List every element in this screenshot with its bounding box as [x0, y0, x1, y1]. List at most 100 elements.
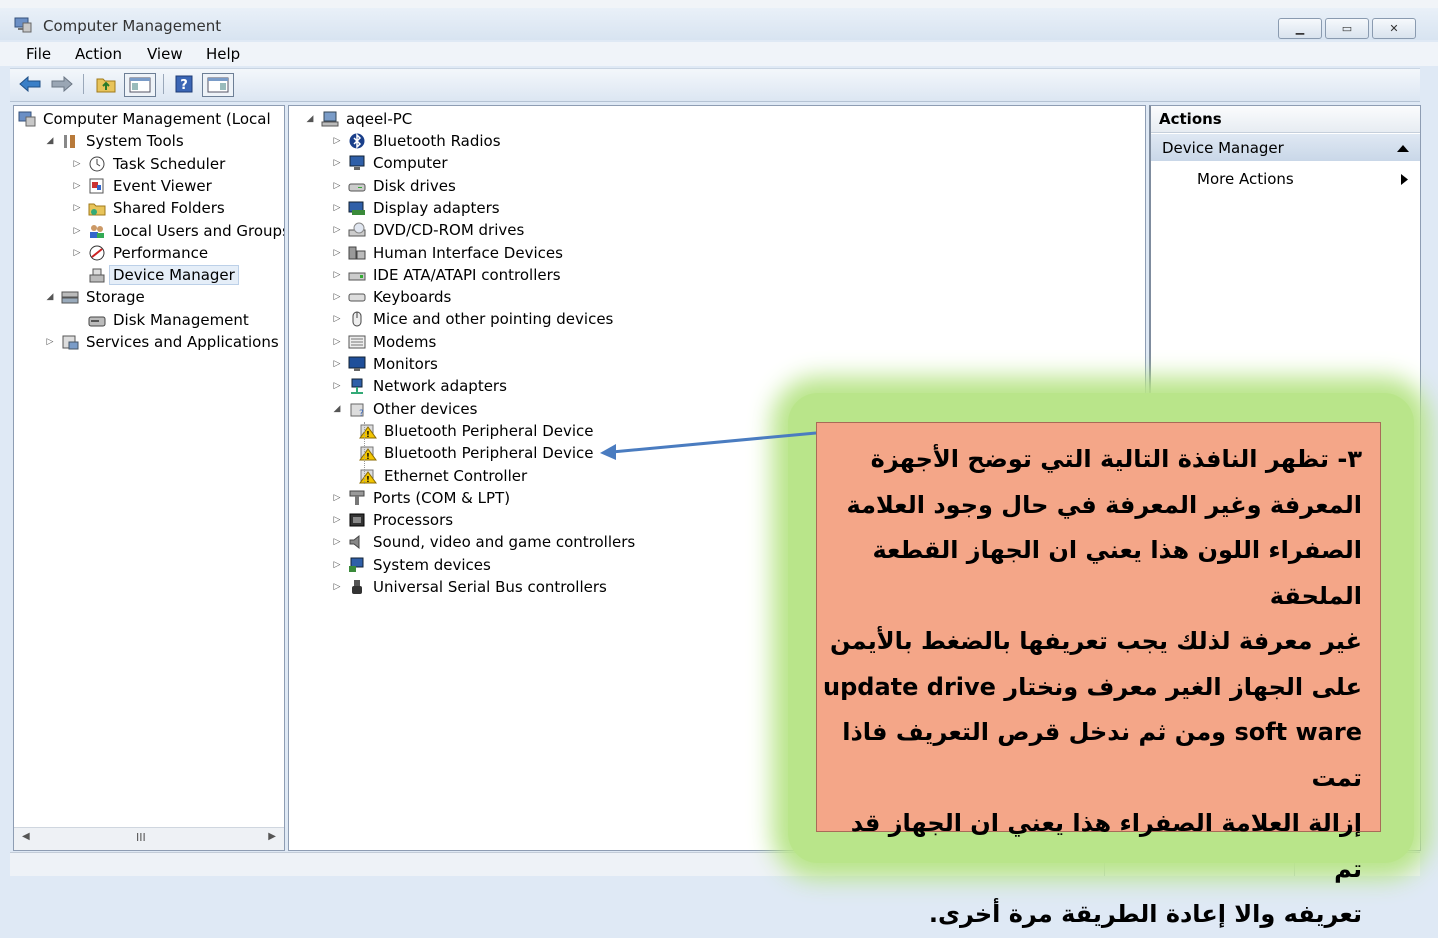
- tree-expander[interactable]: ▷: [332, 515, 342, 525]
- annotation-line: المعرفة وغير المعرفة في حال وجود العلامة: [846, 490, 1362, 519]
- actions-section-device-manager[interactable]: Device Manager: [1151, 134, 1420, 161]
- more-actions-item[interactable]: More Actions: [1151, 167, 1420, 191]
- console-tree-item[interactable]: ▷ Performance: [72, 242, 209, 264]
- device-tree-category[interactable]: ▷ Disk drives: [332, 175, 456, 197]
- device-tree-root[interactable]: ◢ aqeel-PC: [305, 108, 413, 130]
- device-tree-category[interactable]: ▷ DVD/CD-ROM drives: [332, 219, 525, 241]
- tree-expander[interactable]: ◢: [332, 404, 342, 414]
- tree-expander[interactable]: ▷: [332, 158, 342, 168]
- tree-expander[interactable]: ▷: [332, 537, 342, 547]
- device-tree-category[interactable]: ▷ Keyboards: [332, 286, 452, 308]
- device-tree-category[interactable]: ▷ System devices: [332, 554, 491, 576]
- forward-button[interactable]: [50, 73, 74, 95]
- tree-expander[interactable]: ▷: [332, 225, 342, 235]
- restore-button[interactable]: ▭: [1325, 18, 1369, 39]
- unknown-device-warning-icon: !: [359, 469, 377, 484]
- tree-expander[interactable]: ▷: [332, 381, 342, 391]
- device-tree-child-item[interactable]: ! Bluetooth Peripheral Device: [359, 420, 594, 442]
- menu-action[interactable]: Action: [75, 45, 122, 63]
- tree-expander[interactable]: ▷: [332, 270, 342, 280]
- device-tree-category[interactable]: ▷ Network adapters: [332, 375, 507, 397]
- device-tree-category[interactable]: ▷ Computer: [332, 152, 448, 174]
- console-tree-item[interactable]: ▷ Local Users and Groups: [72, 220, 284, 242]
- tree-expander[interactable]: ▷: [332, 359, 342, 369]
- tree-expander[interactable]: ▷: [332, 181, 342, 191]
- device-tree-category[interactable]: ▷ Bluetooth Radios: [332, 130, 501, 152]
- device-tree-category[interactable]: ▷ Modems: [332, 331, 437, 353]
- pc-root-icon: [321, 111, 339, 127]
- console-tree-label: Disk Management: [113, 310, 249, 329]
- tree-expander[interactable]: ▷: [332, 560, 342, 570]
- tree-expander[interactable]: ▷: [72, 226, 82, 236]
- submenu-arrow-icon: [1401, 174, 1408, 185]
- tree-expander[interactable]: ▷: [332, 337, 342, 347]
- tree-expander[interactable]: ▷: [72, 203, 82, 213]
- menu-view[interactable]: View: [147, 45, 183, 63]
- mouse-icon: [352, 311, 362, 327]
- title-bar: Computer Management ▁ ▭ ✕: [0, 8, 1438, 40]
- console-tree-item[interactable]: ▷ Shared Folders: [72, 197, 225, 219]
- scroll-left-arrow[interactable]: ◀: [22, 831, 30, 842]
- device-tree-category[interactable]: ▷ Monitors: [332, 353, 438, 375]
- close-button[interactable]: ✕: [1372, 18, 1416, 39]
- tree-expander[interactable]: ▷: [72, 159, 82, 169]
- horizontal-scrollbar[interactable]: ◀ III ▶: [14, 827, 284, 850]
- users-icon: [90, 224, 104, 238]
- device-tree-label: Bluetooth Peripheral Device: [384, 444, 594, 463]
- console-tree-item[interactable]: ◢ System Tools: [45, 130, 184, 152]
- menu-file[interactable]: File: [26, 45, 51, 63]
- device-tree-category[interactable]: ▷ Sound, video and game controllers: [332, 531, 636, 553]
- monitor-icon: [348, 356, 366, 371]
- console-tree-label: System Tools: [86, 132, 184, 151]
- tree-expander[interactable]: ▷: [332, 314, 342, 324]
- device-tree-category[interactable]: ▷ Mice and other pointing devices: [332, 308, 614, 330]
- show-hide-console-tree-button[interactable]: [124, 73, 156, 97]
- help-button[interactable]: ?: [172, 73, 196, 95]
- tree-expander[interactable]: ▷: [332, 292, 342, 302]
- console-tree-item[interactable]: Device Manager: [72, 264, 239, 286]
- console-tree-item[interactable]: ◢ Storage: [45, 286, 145, 308]
- console-tree-item[interactable]: Disk Management: [72, 309, 249, 331]
- actions-section-label: Device Manager: [1162, 139, 1284, 157]
- sound-icon: [349, 535, 360, 550]
- show-hide-action-pane-button[interactable]: [202, 73, 234, 97]
- device-tree-category[interactable]: ▷ Human Interface Devices: [332, 242, 563, 264]
- device-tree-label: Network adapters: [373, 377, 507, 396]
- tree-expander[interactable]: ▷: [332, 136, 342, 146]
- tree-expander[interactable]: ◢: [45, 292, 55, 302]
- console-tree-item[interactable]: Computer Management (Local: [18, 108, 271, 130]
- minimize-button[interactable]: ▁: [1278, 18, 1322, 39]
- device-tree-child-item[interactable]: ! Ethernet Controller: [359, 465, 527, 487]
- tree-expander[interactable]: ▷: [72, 181, 82, 191]
- console-tree-item[interactable]: ▷ Services and Applications: [45, 331, 279, 353]
- device-tree-category[interactable]: ▷ Display adapters: [332, 197, 500, 219]
- tree-expander[interactable]: ▷: [332, 493, 342, 503]
- scroll-thumb-grip[interactable]: III: [136, 831, 146, 844]
- scroll-right-arrow[interactable]: ▶: [268, 831, 276, 842]
- storage-icon: [61, 291, 79, 304]
- tree-expander[interactable]: ◢: [45, 136, 55, 146]
- tree-expander[interactable]: ▷: [332, 582, 342, 592]
- tree-expander[interactable]: ▷: [332, 203, 342, 213]
- tree-expander[interactable]: ▷: [332, 248, 342, 258]
- device-manager-icon: [89, 268, 105, 283]
- back-arrow-icon: [19, 76, 41, 92]
- up-folder-button[interactable]: [94, 73, 118, 95]
- device-tree-child-item[interactable]: ! Bluetooth Peripheral Device: [359, 442, 594, 464]
- console-tree-item[interactable]: ▷ Event Viewer: [72, 175, 212, 197]
- toolbar-separator: [83, 74, 84, 94]
- tree-expander[interactable]: ◢: [305, 114, 315, 124]
- tree-expander[interactable]: ▷: [45, 337, 55, 347]
- svg-text:?: ?: [180, 78, 188, 93]
- tree-expander[interactable]: ▷: [72, 248, 82, 258]
- device-tree-category[interactable]: ▷ Ports (COM & LPT): [332, 487, 511, 509]
- menu-help[interactable]: Help: [206, 45, 240, 63]
- actions-header: Actions: [1151, 106, 1420, 133]
- device-tree-category[interactable]: ▷ Universal Serial Bus controllers: [332, 576, 607, 598]
- device-tree-category[interactable]: ◢? Other devices: [332, 398, 478, 420]
- device-tree-category[interactable]: ▷ IDE ATA/ATAPI controllers: [332, 264, 561, 286]
- back-button[interactable]: [18, 73, 42, 95]
- ide-controller-icon: [348, 272, 366, 281]
- console-tree-item[interactable]: ▷ Task Scheduler: [72, 153, 226, 175]
- device-tree-category[interactable]: ▷ Processors: [332, 509, 454, 531]
